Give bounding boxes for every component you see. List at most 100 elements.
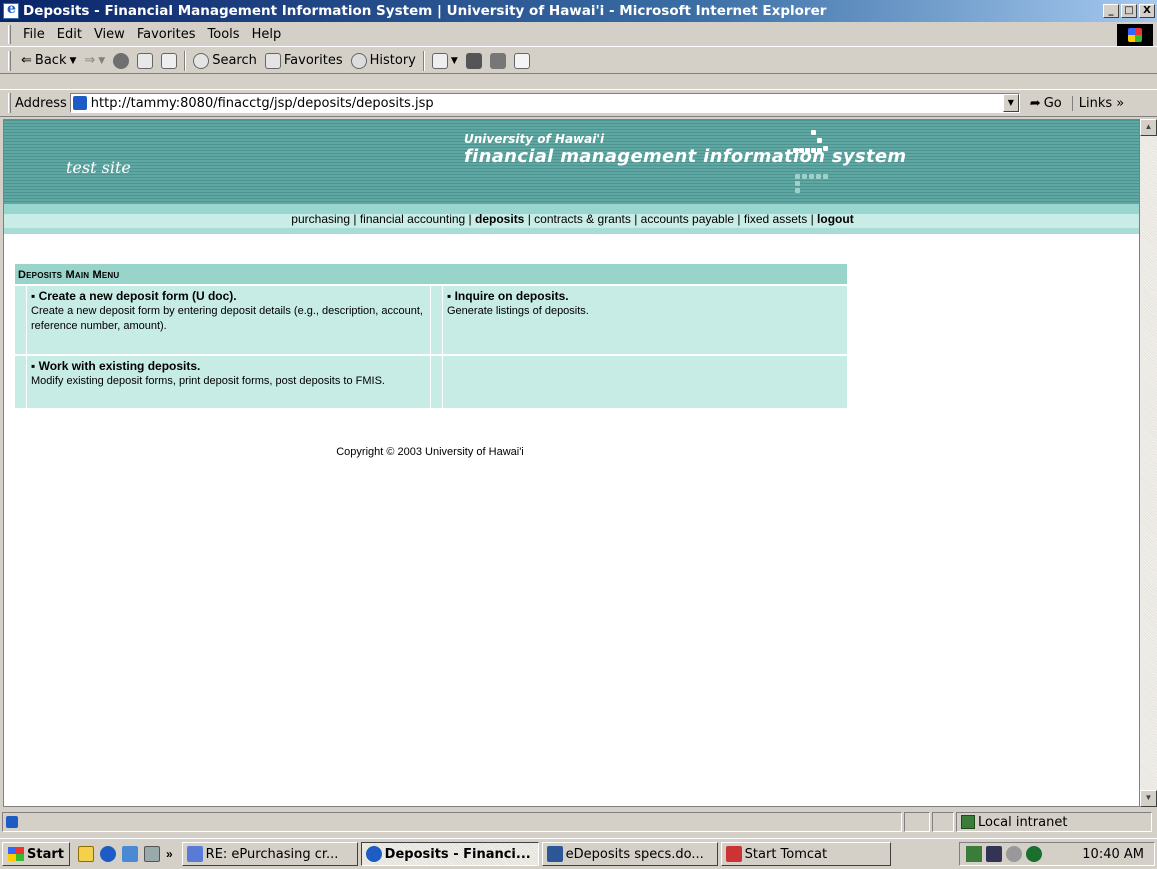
nav-financial-accounting[interactable]: financial accounting	[360, 212, 465, 226]
task-label: eDeposits specs.do...	[565, 846, 704, 862]
create-deposit-link[interactable]: Create a new deposit form (U doc).	[31, 289, 426, 303]
menu-tools[interactable]: Tools	[202, 27, 246, 42]
address-bar-grip[interactable]	[8, 93, 11, 113]
task-button-outlook[interactable]: RE: ePurchasing cr...	[181, 842, 358, 866]
discuss-button[interactable]	[510, 52, 534, 69]
nav-logout[interactable]: logout	[817, 212, 854, 226]
nav-separator: |	[465, 212, 476, 226]
task-button-word[interactable]: eDeposits specs.do...	[541, 842, 718, 866]
connection-icon[interactable]	[986, 846, 1002, 862]
chevron-right-icon[interactable]: »	[166, 847, 173, 861]
forward-dropdown-icon[interactable]: ▼	[98, 56, 105, 66]
outlook-icon[interactable]	[121, 846, 138, 862]
back-arrow-icon: ⇐	[21, 53, 32, 68]
address-bar: Address http://tammy:8080/finacctg/jsp/d…	[0, 89, 1157, 117]
minimize-button[interactable]: _	[1103, 4, 1119, 18]
vertical-scrollbar[interactable]: ▲ ▼	[1140, 119, 1157, 807]
nav-purchasing[interactable]: purchasing	[291, 212, 350, 226]
inquire-deposits-link[interactable]: Inquire on deposits.	[447, 289, 842, 303]
back-button[interactable]: ⇐ Back ▼	[17, 53, 80, 68]
task-button-deposits[interactable]: Deposits - Financi...	[360, 842, 539, 866]
internet-explorer-icon[interactable]	[99, 846, 116, 862]
refresh-button[interactable]	[133, 52, 157, 69]
clock[interactable]: 10:40 AM	[1082, 847, 1144, 862]
menu-row: Work with existing deposits. Modify exis…	[15, 356, 847, 408]
discuss-icon	[513, 52, 530, 69]
menu-row: Create a new deposit form (U doc). Creat…	[15, 286, 847, 354]
task-label: RE: ePurchasing cr...	[205, 846, 339, 862]
scroll-down-button[interactable]: ▼	[1140, 790, 1157, 807]
ie-window-icon[interactable]	[3, 1, 19, 19]
favorites-button[interactable]: Favorites	[261, 52, 347, 69]
nav-accounts-payable[interactable]: accounts payable	[641, 212, 734, 226]
menu-favorites[interactable]: Favorites	[131, 27, 202, 42]
site-header: test site University of Hawai'i financia…	[4, 120, 1139, 204]
site-label: test site	[66, 158, 131, 177]
history-button[interactable]: History	[347, 52, 420, 69]
status-bar: Local intranet	[0, 810, 1157, 834]
toolbar-grip[interactable]	[8, 50, 11, 71]
menu-gutter	[15, 286, 27, 354]
intranet-icon	[961, 815, 975, 829]
history-label: History	[369, 53, 416, 68]
back-dropdown-icon[interactable]: ▼	[69, 56, 76, 66]
stop-button[interactable]	[109, 52, 133, 69]
forward-button[interactable]: ⇒ ▼	[80, 53, 109, 68]
menu-view[interactable]: View	[88, 27, 131, 42]
status-pane	[904, 812, 930, 832]
menu-gutter	[431, 356, 443, 408]
menu-heading: Deposits Main Menu	[15, 264, 847, 284]
show-desktop-icon[interactable]	[77, 846, 94, 862]
security-zone[interactable]: Local intranet	[956, 812, 1152, 832]
standard-toolbar: ⇐ Back ▼ ⇒ ▼ Search Favorites History ▼	[0, 48, 1157, 74]
windows-logo-icon	[8, 847, 24, 861]
task-label: Deposits - Financi...	[384, 846, 531, 862]
zone-label: Local intranet	[978, 814, 1068, 830]
address-input[interactable]: http://tammy:8080/finacctg/jsp/deposits/…	[69, 93, 1020, 113]
mail-dropdown-icon[interactable]: ▼	[451, 56, 458, 66]
nav-separator: |	[350, 212, 360, 226]
nav-contracts-grants[interactable]: contracts & grants	[534, 212, 631, 226]
menu-file[interactable]: File	[17, 27, 51, 42]
menu-help[interactable]: Help	[246, 27, 288, 42]
search-button[interactable]: Search	[189, 52, 261, 69]
internet-explorer-icon	[365, 846, 382, 862]
system-tray: 10:40 AM	[959, 842, 1155, 866]
edit-button[interactable]	[486, 52, 510, 69]
scroll-up-button[interactable]: ▲	[1140, 119, 1157, 136]
menu-edit[interactable]: Edit	[51, 27, 88, 42]
volume-icon[interactable]	[1006, 846, 1022, 862]
deposits-main-menu: Deposits Main Menu Create a new deposit …	[15, 264, 847, 408]
back-label: Back	[34, 53, 67, 68]
nav-fixed-assets[interactable]: fixed assets	[744, 212, 807, 226]
network-icon[interactable]	[966, 846, 982, 862]
nav-deposits[interactable]: deposits	[475, 212, 524, 226]
address-url[interactable]: http://tammy:8080/finacctg/jsp/deposits/…	[91, 96, 434, 111]
mail-button[interactable]: ▼	[428, 52, 462, 69]
copyright-notice: Copyright © 2003 University of Hawai'i	[336, 446, 524, 458]
computer-icon[interactable]	[143, 846, 160, 862]
start-button[interactable]: Start	[2, 842, 70, 866]
refresh-icon	[137, 52, 154, 69]
quick-launch: »	[77, 846, 173, 862]
menu-bar-grip[interactable]	[8, 24, 11, 44]
antivirus-icon[interactable]	[1026, 846, 1042, 862]
maximize-button[interactable]: □	[1121, 4, 1137, 18]
go-button[interactable]: ➦ Go	[1030, 96, 1062, 111]
close-button[interactable]: X	[1139, 4, 1155, 18]
home-button[interactable]	[157, 52, 181, 69]
chevron-right-icon[interactable]: »	[1116, 96, 1124, 111]
menu-empty-cell	[443, 356, 846, 408]
page-icon	[72, 96, 87, 110]
print-button[interactable]	[462, 52, 486, 69]
address-dropdown-icon[interactable]: ▼	[1002, 94, 1019, 112]
word-document-icon	[546, 846, 563, 862]
taskbar: Start » RE: ePurchasing cr... Deposits -…	[0, 838, 1157, 869]
task-button-tomcat[interactable]: Start Tomcat	[720, 842, 891, 866]
menu-bar: File Edit View Favorites Tools Help	[0, 22, 1157, 47]
existing-deposits-link[interactable]: Work with existing deposits.	[31, 359, 426, 373]
menu-item-existing-deposits: Work with existing deposits. Modify exis…	[27, 356, 431, 408]
window-title: Deposits - Financial Management Informat…	[23, 3, 827, 19]
links-toolbar[interactable]: Links »	[1071, 95, 1124, 111]
page-viewport: test site University of Hawai'i financia…	[3, 119, 1140, 807]
